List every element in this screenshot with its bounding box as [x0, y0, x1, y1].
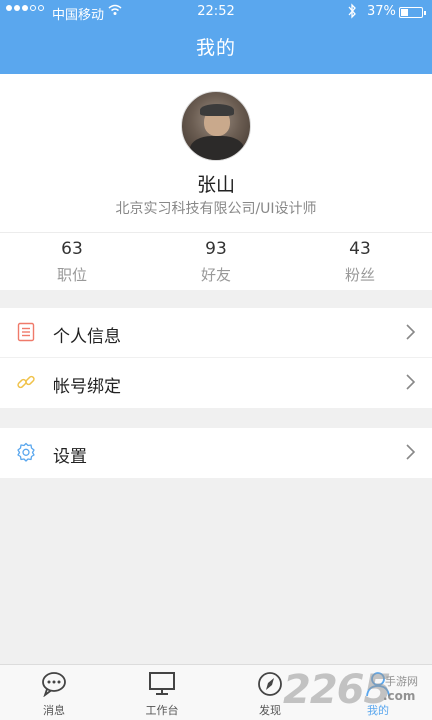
menu-item-account-binding[interactable]: 帐号绑定 [0, 358, 432, 408]
battery-icon [399, 7, 426, 18]
stat-fans[interactable]: 43 粉丝 [288, 239, 432, 285]
link-icon [16, 372, 36, 392]
user-company-title: 北京实习科技有限公司/UI设计师 [115, 201, 317, 217]
watermark-domain: .com [383, 689, 416, 703]
tab-workbench[interactable]: 工作台 [108, 665, 216, 720]
chevron-right-icon [404, 323, 416, 341]
tab-label: 消息 [43, 704, 65, 717]
battery-percent: 37% [367, 4, 396, 19]
gear-icon [16, 442, 36, 462]
chevron-right-icon [404, 373, 416, 391]
site-watermark: 2265 手游网 .com [283, 665, 432, 720]
menu-item-personal-info[interactable]: 个人信息 [0, 308, 432, 358]
menu-label: 个人信息 [53, 327, 121, 347]
document-icon [16, 322, 36, 342]
menu-label: 设置 [53, 447, 87, 467]
stat-label: 好友 [200, 266, 231, 284]
watermark-site: 手游网 [385, 675, 418, 688]
profile-header: 张山 北京实习科技有限公司/UI设计师 [0, 74, 432, 232]
compass-icon [256, 671, 284, 697]
status-bar: 中国移动 22:52 37% [0, 0, 432, 24]
stat-value: 93 [205, 239, 227, 259]
menu-group-settings: 设置 [0, 428, 432, 478]
page-title: 我的 [195, 37, 236, 59]
monitor-icon [148, 671, 176, 697]
user-name: 张山 [196, 174, 235, 196]
stat-label: 职位 [56, 266, 87, 284]
avatar[interactable] [181, 91, 251, 161]
stats-row: 63 职位 93 好友 43 粉丝 [0, 232, 432, 290]
stat-positions[interactable]: 63 职位 [0, 239, 144, 285]
watermark-number: 2265 [283, 667, 391, 713]
stat-value: 63 [61, 239, 83, 259]
stat-friends[interactable]: 93 好友 [144, 239, 288, 285]
chevron-right-icon [404, 443, 416, 461]
menu-label: 帐号绑定 [53, 377, 121, 397]
chat-bubble-icon [40, 671, 68, 698]
menu-group-profile: 个人信息 帐号绑定 [0, 308, 432, 408]
tab-messages[interactable]: 消息 [0, 665, 108, 720]
tab-label: 工作台 [145, 704, 179, 717]
nav-bar: 我的 [0, 24, 432, 74]
bluetooth-icon [347, 3, 357, 23]
stat-label: 粉丝 [344, 266, 375, 284]
stat-value: 43 [349, 239, 371, 259]
menu-item-settings[interactable]: 设置 [0, 428, 432, 478]
battery-fill [401, 9, 408, 16]
